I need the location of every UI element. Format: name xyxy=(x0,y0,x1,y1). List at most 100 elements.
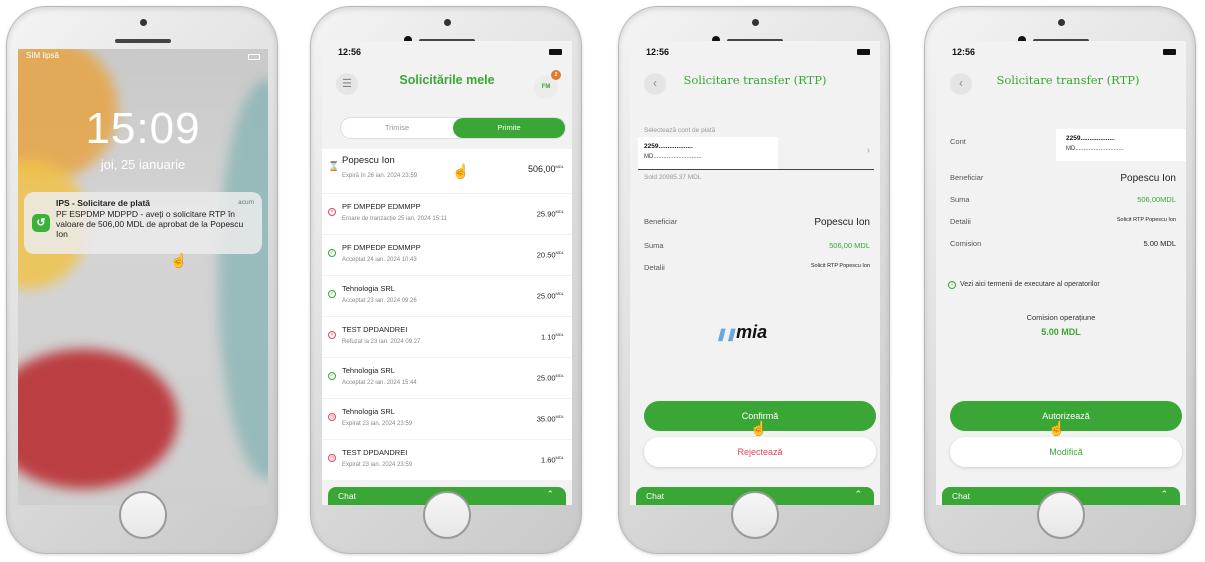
account-number: 2259................... xyxy=(644,143,693,150)
commission-value: 5.00 MDL xyxy=(1143,239,1176,248)
reject-button[interactable]: Rejectează xyxy=(644,437,876,467)
app-header: ‹ Solicitare transfer (RTP) xyxy=(630,63,880,101)
details-value: Solicit RTP Popescu Ion xyxy=(810,263,870,269)
currency-label: MDL xyxy=(555,209,564,214)
battery-icon xyxy=(1163,49,1176,55)
home-button[interactable] xyxy=(1037,491,1085,539)
chat-label: Chat xyxy=(338,491,356,501)
chevron-up-icon: ⌃ xyxy=(546,489,554,499)
lock-time: 15:09 xyxy=(85,104,201,153)
currency-label: MDL xyxy=(555,250,564,255)
list-item[interactable]: × TEST DPDANDREI Refuzat la 23 ian. 2024… xyxy=(322,317,572,357)
amount-label: Suma xyxy=(644,241,664,250)
check-icon: ✓ xyxy=(328,249,336,257)
notification-badge: 2 xyxy=(551,70,561,80)
row-amount: 35.00MDL xyxy=(536,414,564,424)
list-item[interactable]: ✓ Tehnologia SRL Acceptat 23 ian. 2024 0… xyxy=(322,276,572,316)
confirm-screen: 12:56 ‹ Solicitare transfer (RTP) Select… xyxy=(630,41,880,505)
chevron-up-icon: ⌃ xyxy=(854,489,862,499)
check-icon: ✓ xyxy=(328,290,336,298)
beneficiary-row: Beneficiar Popescu Ion xyxy=(644,217,870,229)
row-subtitle: Acceptat 23 ian. 2024 09:26 xyxy=(342,298,417,304)
terms-link[interactable]: i Vezi aici termenii de executare al oper… xyxy=(948,281,1178,289)
row-amount: 1.60MDL xyxy=(540,455,564,465)
phone-camera xyxy=(1058,19,1065,26)
chat-label: Chat xyxy=(646,491,664,501)
row-subtitle: Expirat 23 ian. 2024 23:59 xyxy=(342,421,413,427)
battery-icon xyxy=(549,49,562,55)
hand-cursor-icon: ☝ xyxy=(750,420,768,436)
details-value: Solicit RTP Popescu Ion xyxy=(1116,217,1176,223)
amount-row: Suma 506,00 MDL xyxy=(644,241,870,253)
error-icon: × xyxy=(328,208,336,216)
list-item[interactable]: ◷ Tehnologia SRL Expirat 23 ian. 2024 23… xyxy=(322,399,572,439)
account-selector[interactable]: 2259................... MD..............… xyxy=(638,137,778,169)
status-clock: 12:56 xyxy=(338,47,362,57)
beneficiary-label: Beneficiar xyxy=(950,173,984,182)
payment-notification[interactable]: ↺ IPS - Solicitare de plată acum PF ESPD… xyxy=(24,192,262,254)
modify-button[interactable]: Modifică xyxy=(950,437,1182,467)
row-subtitle: Expirat 23 ian. 2024 23:59 xyxy=(342,462,413,468)
phone-confirm: 12:56 ‹ Solicitare transfer (RTP) Select… xyxy=(618,6,890,554)
home-button[interactable] xyxy=(423,491,471,539)
row-subtitle: Refuzat la 23 ian. 2024 09:27 xyxy=(342,339,421,345)
account-sub: MD............................. xyxy=(1066,146,1124,152)
row-subtitle: Eroare de tranzacție 25 ian. 2024 15:11 xyxy=(342,216,447,222)
phone-authorize: 12:56 ‹ Solicitare transfer (RTP) Cont 2… xyxy=(924,6,1196,554)
list-item[interactable]: ✓ PF DMPEDP EDMMPP Acceptat 24 ian. 2024… xyxy=(322,235,572,275)
row-name: Tehnologia SRL xyxy=(342,407,395,416)
requests-tabs: Trimise Primite xyxy=(340,117,566,139)
authorize-button[interactable]: Autorizează xyxy=(950,401,1182,431)
currency-label: MDL xyxy=(555,164,564,169)
battery-icon xyxy=(857,49,870,55)
requests-screen: 12:56 ☰ Solicitările mele FM 2 Trimise P… xyxy=(322,41,572,505)
list-item[interactable]: ✓ Tehnologia SRL Acceptat 22 ian. 2024 1… xyxy=(322,358,572,398)
beneficiary-row: Beneficiar Popescu Ion xyxy=(950,173,1176,185)
row-name: PF DMPEDP EDMMPP xyxy=(342,243,421,252)
clock-icon: ◷ xyxy=(328,413,336,421)
battery-icon xyxy=(248,54,260,60)
list-item[interactable]: × PF DMPEDP EDMMPP Eroare de tranzacție … xyxy=(322,194,572,234)
page-title: Solicitare transfer (RTP) xyxy=(683,73,827,87)
details-label: Detalii xyxy=(644,263,665,272)
row-name: Tehnologia SRL xyxy=(342,366,395,375)
phone-lockscreen: SIM lipsă 15:09 joi, 25 ianuarie ↺ IPS -… xyxy=(6,6,278,554)
details-row: Detalii Solicit RTP Popescu Ion xyxy=(950,217,1176,229)
phone-camera xyxy=(140,19,147,26)
chat-label: Chat xyxy=(952,491,970,501)
phone-speaker xyxy=(115,39,171,43)
home-button[interactable] xyxy=(731,491,779,539)
tab-received[interactable]: Primite xyxy=(453,118,565,138)
chevron-up-icon: ⌃ xyxy=(1160,489,1168,499)
status-clock: 12:56 xyxy=(646,47,670,57)
row-amount: 25.00MDL xyxy=(536,291,564,301)
check-icon: ✓ xyxy=(328,372,336,380)
beneficiary-value: Popescu Ion xyxy=(1120,173,1176,184)
row-amount: 1.10MDL xyxy=(540,332,564,342)
avatar[interactable]: FM 2 xyxy=(534,70,561,99)
app-icon: ↺ xyxy=(32,214,50,232)
row-amount: 20.50MDL xyxy=(536,250,564,260)
amount-label: Suma xyxy=(950,195,970,204)
row-subtitle: Acceptat 24 ian. 2024 10:43 xyxy=(342,257,417,263)
account-box: 2259................... MD..............… xyxy=(1056,129,1186,161)
row-name: TEST DPDANDREI xyxy=(342,325,408,334)
clock-icon: ◷ xyxy=(328,454,336,462)
divider xyxy=(638,169,874,170)
notification-title: IPS - Solicitare de plată xyxy=(56,198,151,208)
requests-list: ⌛ Popescu Ion Expiră în 26 ian. 2024 23:… xyxy=(322,149,572,481)
row-name: TEST DPDANDREI xyxy=(342,448,408,457)
balance-text: Sold 20985.37 MDL xyxy=(644,174,702,181)
list-item[interactable]: ⌛ Popescu Ion Expiră în 26 ian. 2024 23:… xyxy=(322,149,572,193)
commission-row: Comision 5.00 MDL xyxy=(950,239,1176,251)
currency-label: MDL xyxy=(555,291,564,296)
home-button[interactable] xyxy=(119,491,167,539)
commission-label: Comision xyxy=(950,239,982,248)
tab-sent[interactable]: Trimise xyxy=(341,118,453,138)
mia-logo-dots: ❚❚ xyxy=(716,327,737,341)
beneficiary-value: Popescu Ion xyxy=(814,217,870,228)
list-item[interactable]: ◷ TEST DPDANDREI Expirat 23 ian. 2024 23… xyxy=(322,440,572,480)
row-subtitle: Expiră în 26 ian. 2024 23:59 xyxy=(342,173,418,179)
op-fee-label: Comision operațiune xyxy=(1026,313,1096,322)
beneficiary-label: Beneficiar xyxy=(644,217,678,226)
